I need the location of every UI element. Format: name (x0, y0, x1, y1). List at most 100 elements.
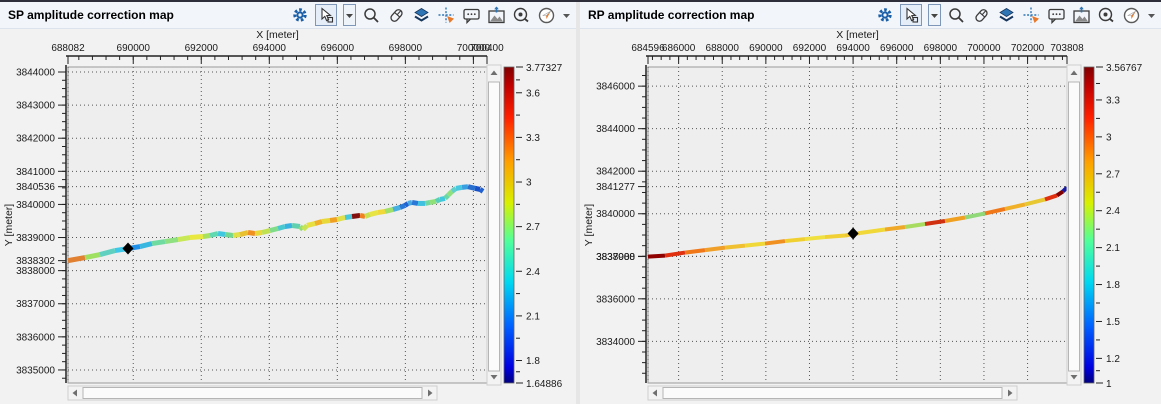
y-tick-label: 3840536 (16, 182, 55, 193)
colorbar-tick-label: 1.2 (1106, 354, 1120, 365)
colorbar-tick-label: 1.5 (1106, 317, 1120, 328)
horizontal-scrollbar[interactable] (68, 386, 437, 400)
y-tick-label: 3840000 (16, 200, 55, 211)
x-tick-label: 694000 (836, 43, 870, 54)
chevron-down-icon (563, 14, 570, 18)
plot-area[interactable] (68, 67, 487, 383)
colorbar (504, 67, 514, 383)
colorbar-tick-label: 3.3 (526, 133, 540, 144)
select-mode-dropdown[interactable] (343, 4, 356, 26)
y-axis-title: Y [meter] (583, 204, 595, 246)
pick-position-icon[interactable] (437, 6, 456, 25)
y-tick-label: 3846000 (596, 82, 635, 93)
colorbar-ticks (1096, 67, 1103, 383)
panel-toolbar (876, 4, 1161, 26)
plot-area[interactable] (648, 67, 1067, 383)
data-probe-icon[interactable] (512, 6, 531, 25)
settings-gear-icon[interactable] (876, 6, 894, 24)
select-mode-button[interactable] (315, 4, 337, 26)
y-tick-label: 3837000 (16, 299, 55, 310)
x-tick-label: 698000 (389, 43, 423, 54)
layer-order-icon[interactable] (412, 6, 431, 25)
sp-amplitude-panel: 6880826900006920006940006960006980007000… (0, 0, 577, 404)
horizontal-scrollbar-thumb (663, 388, 1002, 399)
colorbar-tick-label: 3 (1106, 132, 1112, 143)
colorbar-tick-label: 2.4 (526, 267, 540, 278)
colorbar-tick-label: 3 (526, 178, 532, 189)
panel-title: SP amplitude correction map (8, 8, 174, 22)
x-tick-label: 703808 (1050, 43, 1084, 54)
y-tick-label: 3834000 (596, 337, 635, 348)
x-tick-label: 692000 (793, 43, 827, 54)
y-tick-label: 3843000 (16, 101, 55, 112)
x-tick-label: 692000 (185, 43, 219, 54)
chevron-down-icon (1148, 14, 1155, 18)
rp-panel-header: RP amplitude correction map (580, 2, 1161, 29)
x-tick-label: 694000 (253, 43, 287, 54)
rp-plot-canvas[interactable]: 6845966860006880006900006920006940006960… (580, 0, 1161, 404)
zoom-icon[interactable] (947, 6, 966, 25)
y-tick-label: 3835000 (16, 365, 55, 376)
panel-toolbar (291, 4, 576, 26)
colorbar-tick-label: 2.7 (1106, 169, 1120, 180)
colorbar-min-label: 1 (1106, 379, 1112, 390)
colorbar-min-label: 1.64886 (526, 379, 563, 390)
export-image-icon[interactable] (487, 6, 506, 25)
compass-icon[interactable] (537, 6, 556, 25)
settings-gear-icon[interactable] (291, 6, 309, 24)
select-mode-button[interactable] (900, 4, 922, 26)
y-tick-label: 3841277 (596, 182, 635, 193)
colorbar-tick-label: 2.4 (1106, 206, 1120, 217)
colorbar-tick-label: 2.1 (526, 311, 540, 322)
x-tick-label: 700400 (470, 43, 504, 54)
y-tick-label: 3841000 (16, 167, 55, 178)
data-probe-icon[interactable] (1097, 6, 1116, 25)
colorbar-max-label: 3.77327 (526, 63, 563, 74)
select-mode-dropdown[interactable] (928, 4, 941, 26)
pick-position-icon[interactable] (1022, 6, 1041, 25)
y-tick-label: 3839000 (16, 233, 55, 244)
window-top-border (0, 0, 1161, 2)
sp-panel-header: SP amplitude correction map (0, 2, 576, 29)
y-tick-label: 3840000 (596, 209, 635, 220)
horizontal-scrollbar[interactable] (648, 386, 1017, 400)
annotation-bubble-icon[interactable] (1047, 6, 1066, 25)
x-tick-label: 684596 (631, 43, 665, 54)
chevron-down-icon (346, 14, 353, 18)
rp-amplitude-panel: 6845966860006880006900006920006940006960… (580, 0, 1161, 404)
y-axis-title: Y [meter] (3, 204, 15, 246)
x-tick-label: 696000 (321, 43, 355, 54)
colorbar-tick-label: 3.3 (1106, 95, 1120, 106)
x-tick-label: 696000 (880, 43, 914, 54)
application-window: 6880826900006920006940006960006980007000… (0, 0, 1161, 404)
y-tick-label: 3838302 (16, 256, 55, 267)
x-tick-label: 688000 (706, 43, 740, 54)
compass-dropdown[interactable] (562, 11, 571, 20)
colorbar-tick-label: 3.6 (526, 88, 540, 99)
vertical-scrollbar[interactable] (1067, 65, 1081, 385)
colorbar-max-label: 3.56767 (1106, 63, 1143, 74)
x-tick-label: 702000 (1011, 43, 1045, 54)
annotation-bubble-icon[interactable] (462, 6, 481, 25)
compass-dropdown[interactable] (1147, 11, 1156, 20)
y-tick-label: 3842000 (16, 134, 55, 145)
x-tick-label: 686000 (662, 43, 696, 54)
colorbar-tick-label: 1.8 (1106, 280, 1120, 291)
mouse-tool-icon[interactable] (972, 6, 991, 25)
x-axis-title: X [meter] (836, 29, 879, 41)
export-image-icon[interactable] (1072, 6, 1091, 25)
colorbar (1084, 67, 1094, 383)
y-tick-label: 3837988 (596, 252, 635, 263)
x-axis-title: X [meter] (256, 29, 299, 41)
mouse-tool-icon[interactable] (387, 6, 406, 25)
horizontal-scrollbar-thumb (83, 388, 422, 399)
compass-icon[interactable] (1122, 6, 1141, 25)
zoom-icon[interactable] (362, 6, 381, 25)
y-tick-label: 3844000 (16, 67, 55, 78)
sp-plot-canvas[interactable]: 6880826900006920006940006960006980007000… (0, 0, 576, 404)
colorbar-tick-label: 2.1 (1106, 243, 1120, 254)
layer-order-icon[interactable] (997, 6, 1016, 25)
vertical-scrollbar[interactable] (487, 65, 501, 385)
y-tick-label: 3836000 (596, 294, 635, 305)
vertical-scrollbar-thumb (489, 82, 500, 371)
